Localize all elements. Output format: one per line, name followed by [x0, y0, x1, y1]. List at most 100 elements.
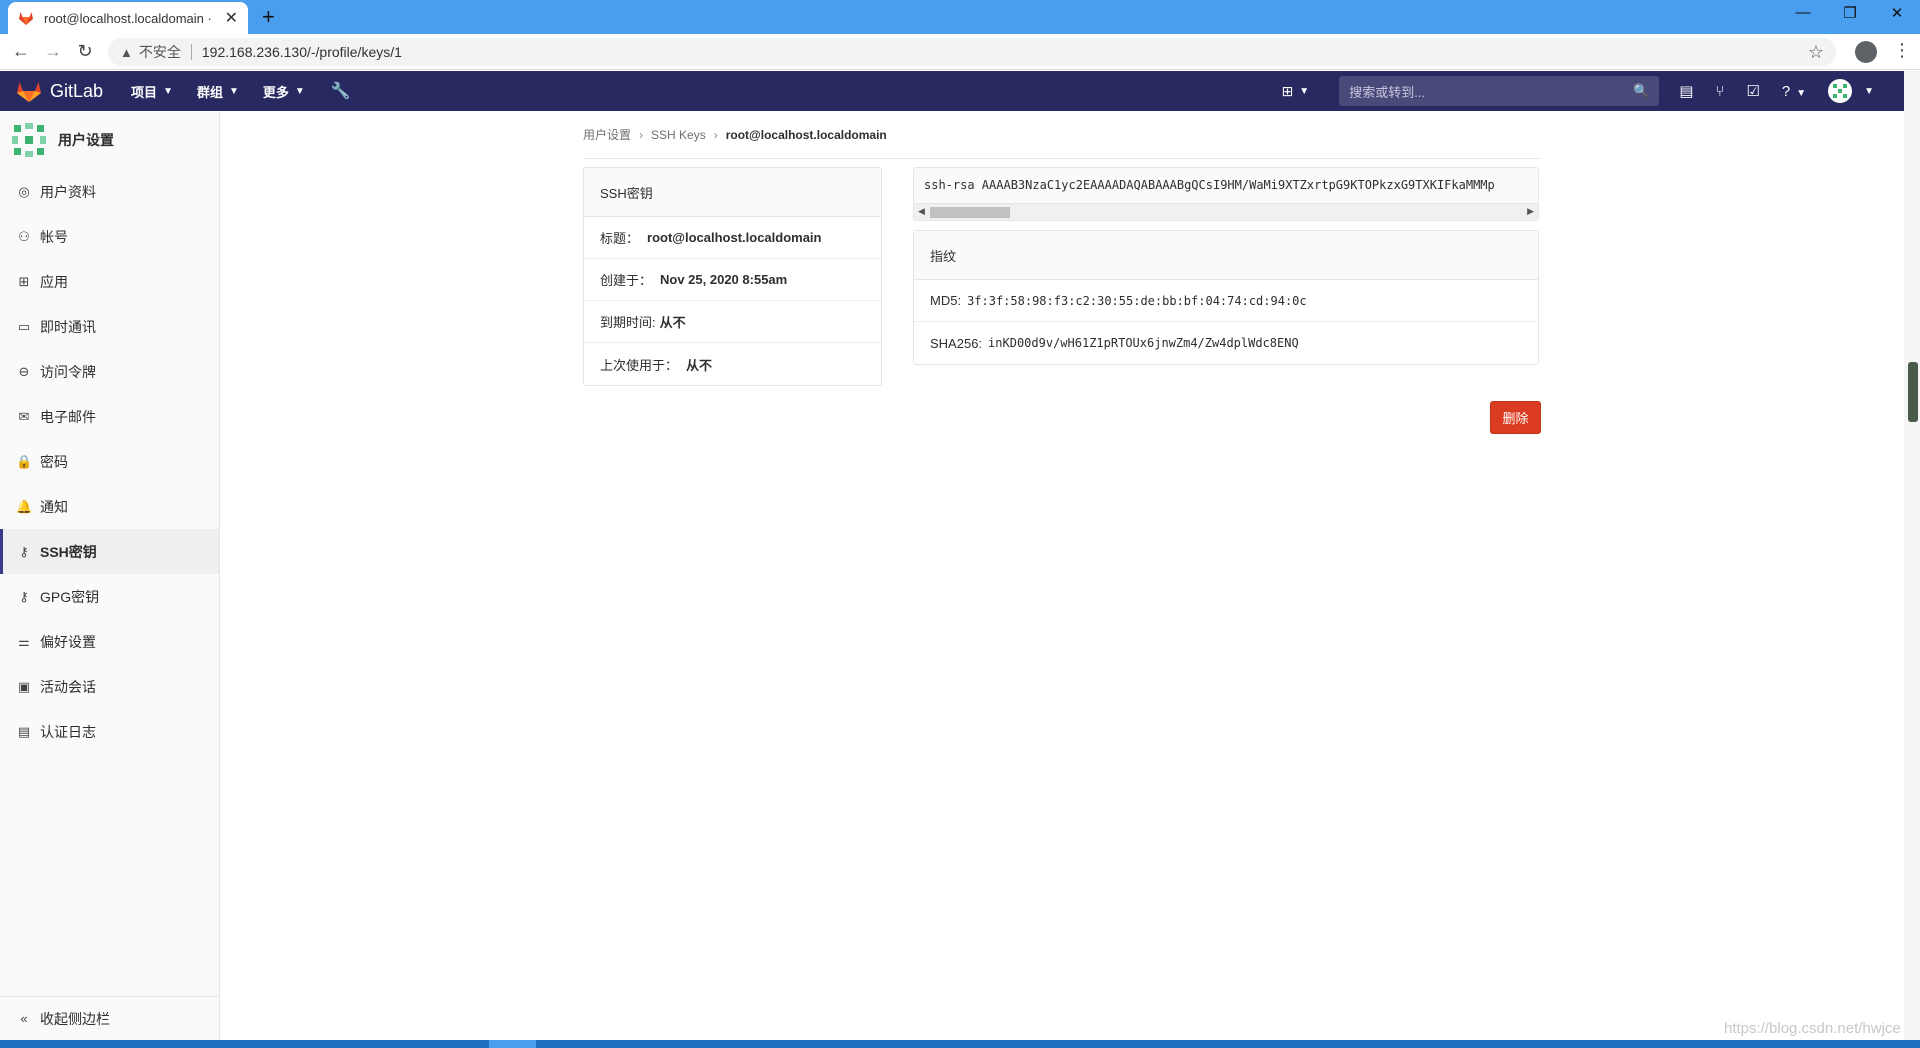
gitlab-logo-text: GitLab — [50, 80, 104, 101]
collapse-sidebar-label: 收起侧边栏 — [40, 1010, 110, 1027]
sha256-label: SHA256: — [930, 335, 983, 351]
monitor-icon: ▣ — [17, 678, 31, 694]
sliders-icon: ⚌ — [18, 633, 30, 649]
page-vertical-scrollbar[interactable] — [1904, 71, 1920, 1040]
sidebar-item-label: 偏好设置 — [40, 633, 96, 650]
tab-close-icon[interactable]: ✕ — [225, 8, 238, 28]
sidebar-item-account[interactable]: ⚇ 帐号 — [0, 214, 219, 259]
reload-icon[interactable]: ↻ — [74, 41, 96, 62]
merge-requests-icon[interactable]: ⑂ — [1715, 83, 1724, 100]
sidebar-item-profile[interactable]: ◎ 用户资料 — [0, 169, 219, 214]
sidebar-item-label: 密码 — [40, 453, 68, 470]
address-bar[interactable]: ▲ 不安全 192.168.236.130/-/profile/keys/1 ☆ — [108, 38, 1836, 66]
breadcrumb: 用户设置 › SSH Keys › root@localhost.localdo… — [583, 126, 887, 143]
key-title-row: 标题： root@localhost.localdomain — [584, 217, 881, 259]
chevron-down-icon: ▼ — [228, 85, 239, 97]
sidebar-header[interactable]: 用户设置 — [0, 111, 219, 169]
key-icon: ⚷ — [19, 543, 29, 559]
sidebar-item-applications[interactable]: ⊞ 应用 — [0, 259, 219, 304]
chevron-down-icon: ▼ — [163, 85, 173, 97]
nav-more-label: 更多 — [262, 84, 289, 100]
chevron-down-icon: ▼ — [294, 85, 305, 97]
fingerprints-heading: 指纹 — [914, 231, 1538, 280]
ssh-public-key-box[interactable]: ssh-rsa AAAAB3NzaC1yc2EAAAADAQABAAABgQCs… — [913, 167, 1539, 221]
bookmark-star-icon[interactable]: ☆ — [1808, 42, 1824, 63]
sidebar-item-label: 应用 — [40, 273, 68, 290]
key-horizontal-scrollbar[interactable]: ◀ ▶ — [914, 203, 1538, 220]
minimize-icon[interactable]: — — [1790, 4, 1816, 21]
chevron-down-icon: ▼ — [1864, 85, 1874, 97]
sidebar-item-label: 访问令牌 — [40, 363, 96, 380]
scroll-left-icon[interactable]: ◀ — [918, 206, 925, 217]
breadcrumb-user-settings[interactable]: 用户设置 — [583, 126, 631, 143]
ssh-public-key-text[interactable]: ssh-rsa AAAAB3NzaC1yc2EAAAADAQABAAABgQCs… — [924, 178, 1495, 192]
bell-icon: 🔔 — [16, 498, 33, 514]
sidebar-item-label: 电子邮件 — [40, 408, 96, 425]
sidebar-item-label: GPG密钥 — [40, 588, 100, 605]
user-menu[interactable]: ▼ — [1828, 79, 1874, 103]
sidebar-item-preferences[interactable]: ⚌ 偏好设置 — [0, 619, 219, 664]
sidebar-item-password[interactable]: 🔒 密码 — [0, 439, 219, 484]
breadcrumb-current[interactable]: root@localhost.localdomain — [726, 128, 887, 142]
fingerprints-card: 指纹 MD5: 3f:3f:58:98:f3:c2:30:55:de:bb:bf… — [913, 230, 1539, 365]
new-tab-button[interactable]: + — [262, 6, 275, 28]
key-created-label: 创建于： — [600, 273, 653, 288]
ssh-key-details-card: SSH密钥 标题： root@localhost.localdomain 创建于… — [583, 167, 882, 386]
apps-grid-icon: ⊞ — [18, 273, 30, 289]
breadcrumb-ssh-keys[interactable]: SSH Keys — [651, 128, 706, 142]
sidebar-item-emails[interactable]: ✉ 电子邮件 — [0, 394, 219, 439]
delete-key-button[interactable]: 删除 — [1490, 401, 1541, 434]
admin-area-link[interactable]: 🔧 — [329, 81, 351, 101]
window-close-icon[interactable]: ✕ — [1884, 4, 1910, 22]
sidebar-title: 用户设置 — [58, 132, 114, 148]
sidebar-item-chat[interactable]: ▭ 即时通讯 — [0, 304, 219, 349]
search-placeholder: 搜索或转到... — [1349, 84, 1426, 100]
sidebar-item-notifications[interactable]: 🔔 通知 — [0, 484, 219, 529]
md5-fingerprint-row: MD5: 3f:3f:58:98:f3:c2:30:55:de:bb:bf:04… — [914, 280, 1538, 322]
scrollbar-thumb[interactable] — [930, 207, 1010, 218]
breadcrumb-chevron-icon: › — [639, 127, 644, 142]
sidebar-item-gpg-keys[interactable]: ⚷ GPG密钥 — [0, 574, 219, 619]
plus-square-icon: ⊞ — [1281, 82, 1294, 99]
browser-profile-icon[interactable] — [1855, 41, 1877, 63]
tab-title: root@localhost.localdomain · — [44, 10, 212, 26]
key-created-value: Nov 25, 2020 8:55am — [660, 272, 788, 287]
issues-icon[interactable]: ▤ — [1679, 82, 1693, 100]
help-icon[interactable]: ? ▼ — [1782, 83, 1806, 100]
user-identicon-icon — [12, 123, 46, 157]
sidebar-item-active-sessions[interactable]: ▣ 活动会话 — [0, 664, 219, 709]
sidebar-item-label: 即时通讯 — [40, 318, 96, 335]
md5-label: MD5: — [930, 293, 962, 308]
chevron-down-icon: ▼ — [1796, 87, 1807, 99]
search-input[interactable]: 搜索或转到... 🔍 — [1339, 76, 1660, 106]
key-last-used-value: 从不 — [686, 357, 713, 373]
back-icon[interactable]: ← — [10, 41, 32, 62]
nav-groups[interactable]: 群组 ▼ — [197, 81, 239, 101]
sidebar-item-label: 活动会话 — [40, 678, 96, 695]
nav-groups-label: 群组 — [196, 84, 223, 100]
key-last-used-row: 上次使用于： 从不 — [584, 343, 881, 385]
nav-projects[interactable]: 项目 ▼ — [131, 81, 173, 101]
taskbar-active-segment — [489, 1040, 536, 1048]
sidebar-item-ssh-keys[interactable]: ⚷ SSH密钥 — [0, 529, 219, 574]
sidebar-item-access-tokens[interactable]: ⊖ 访问令牌 — [0, 349, 219, 394]
user-circle-icon: ◎ — [18, 183, 30, 199]
nav-more[interactable]: 更多 ▼ — [263, 81, 305, 101]
collapse-sidebar-button[interactable]: « 收起侧边栏 — [0, 996, 219, 1040]
gitlab-header: GitLab 项目 ▼ 群组 ▼ 更多 ▼ 🔧 ⊞ ▼ 搜索或转到... 🔍 ▤ ⑂ ☑… — [0, 71, 1904, 111]
address-bar-row: ← → ↻ ▲ 不安全 192.168.236.130/-/profile/ke… — [0, 34, 1920, 70]
restore-icon[interactable]: ❐ — [1837, 4, 1863, 22]
url-text[interactable]: 192.168.236.130/-/profile/keys/1 — [202, 44, 402, 60]
browser-menu-icon[interactable]: ⋮ — [1893, 40, 1911, 61]
sidebar-item-label: 通知 — [40, 498, 68, 515]
scroll-right-icon[interactable]: ▶ — [1527, 206, 1534, 217]
identicon-icon — [1833, 84, 1848, 98]
page-scrollbar-thumb[interactable] — [1908, 362, 1918, 422]
forward-icon[interactable]: → — [42, 41, 64, 62]
todos-icon[interactable]: ☑ — [1746, 82, 1759, 100]
nav-projects-label: 项目 — [131, 84, 158, 100]
sidebar-item-auth-log[interactable]: ▤ 认证日志 — [0, 709, 219, 754]
new-dropdown[interactable]: ⊞ ▼ — [1282, 83, 1310, 100]
browser-tab[interactable]: root@localhost.localdomain · ✕ — [8, 2, 248, 34]
gitlab-logo-link[interactable]: GitLab — [16, 79, 103, 103]
